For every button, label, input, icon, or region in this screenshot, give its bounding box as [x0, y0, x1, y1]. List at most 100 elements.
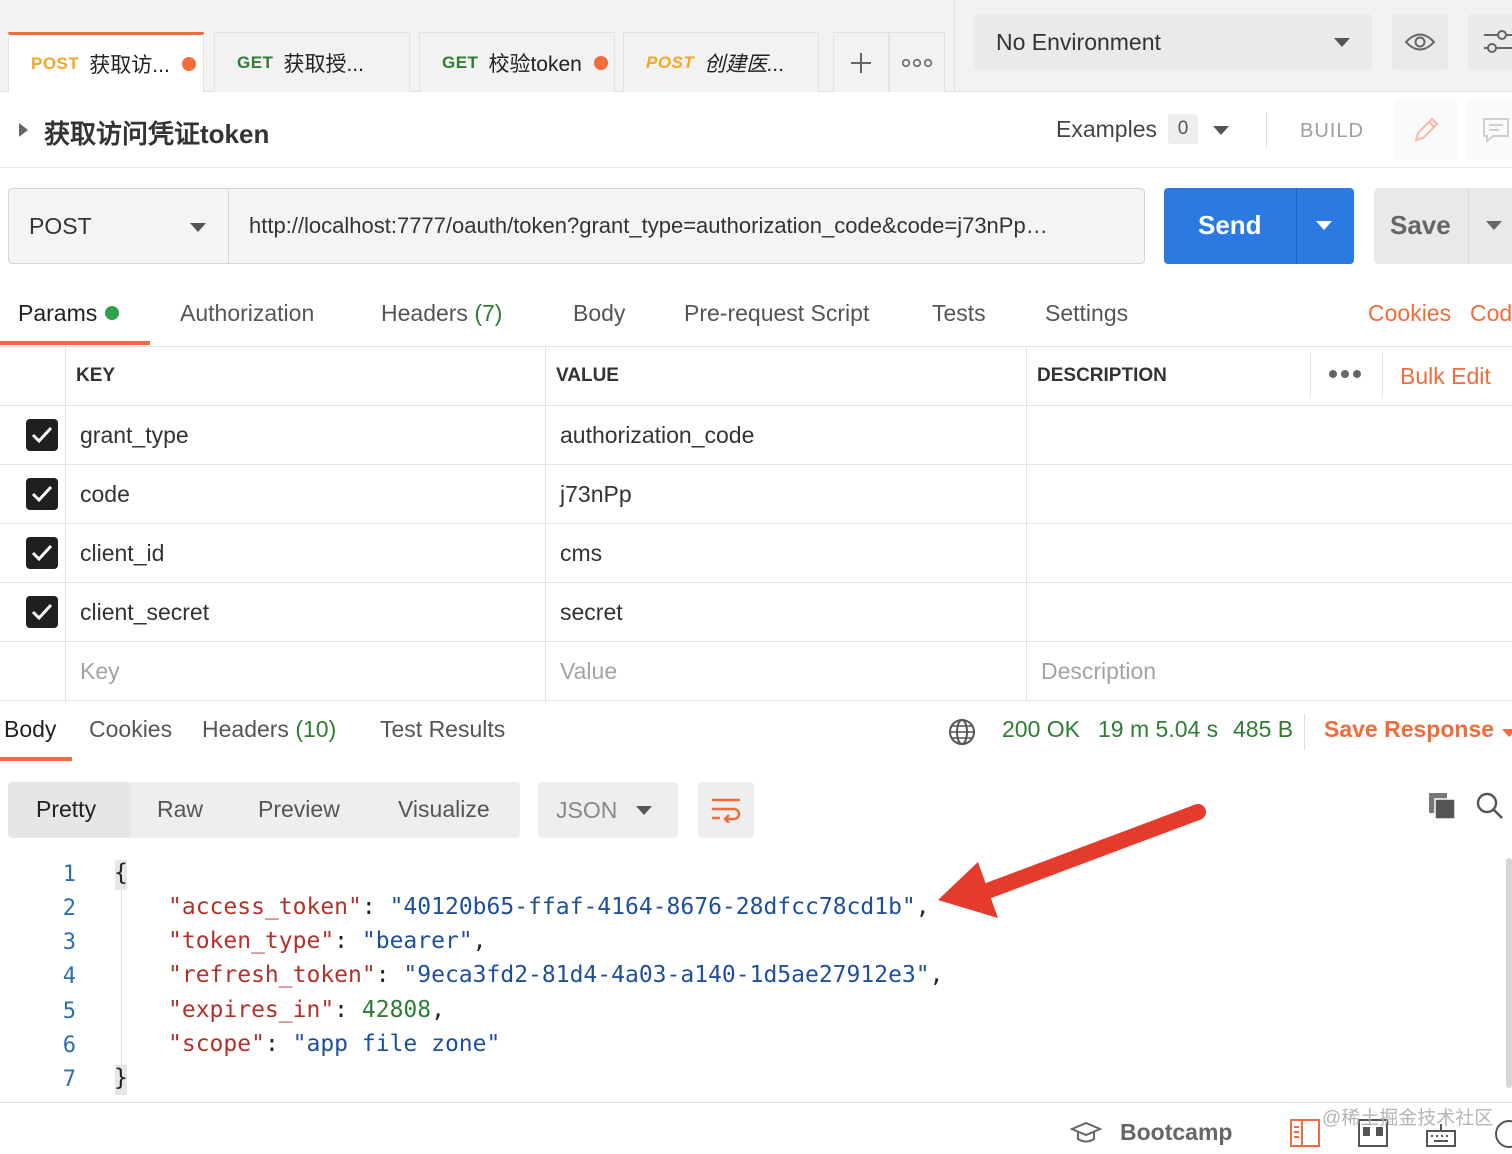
examples-label[interactable]: Examples	[1056, 116, 1157, 143]
tab-headers-label: Headers	[381, 300, 468, 326]
tab-params[interactable]: Params	[18, 300, 120, 327]
response-status[interactable]: 200 OK	[1002, 716, 1080, 743]
tab-authorization[interactable]: Authorization	[180, 300, 314, 327]
url-input[interactable]: http://localhost:7777/oauth/token?grant_…	[228, 188, 1145, 264]
view-mode-preview[interactable]: Preview	[258, 796, 340, 823]
editor-scrollbar[interactable]	[1506, 858, 1512, 1088]
tab-method-badge: GET	[237, 52, 274, 72]
tab-tests[interactable]: Tests	[932, 300, 986, 327]
caret-right-icon[interactable]	[18, 122, 30, 138]
method-label: POST	[29, 212, 92, 239]
bulk-edit-link[interactable]: Bulk Edit	[1400, 347, 1491, 405]
watermark: @稀土掘金技术社区	[1322, 1108, 1494, 1129]
code-link[interactable]: Cod	[1470, 300, 1512, 327]
response-time[interactable]: 19 m 5.04 s	[1098, 716, 1218, 743]
param-value[interactable]: cms	[560, 524, 602, 582]
view-mode-selector: Pretty Raw Preview Visualize	[8, 782, 520, 838]
response-tab-body[interactable]: Body	[4, 716, 56, 743]
tab-method-badge: POST	[646, 52, 695, 72]
edit-button[interactable]	[1394, 100, 1458, 160]
json-key: "refresh_token"	[168, 962, 376, 988]
param-value[interactable]: j73nPp	[560, 465, 632, 523]
view-mode-pretty[interactable]: Pretty	[36, 796, 96, 823]
copy-icon[interactable]	[1428, 792, 1456, 820]
json-key: "access_token"	[168, 894, 362, 920]
response-headers-count: (10)	[295, 716, 337, 742]
plus-icon	[851, 52, 871, 73]
tab-pre-request-script[interactable]: Pre-request Script	[684, 300, 869, 327]
table-row: grant_type authorization_code	[0, 406, 1512, 465]
save-label: Save	[1390, 210, 1451, 240]
row-checkbox[interactable]	[26, 419, 58, 451]
build-label[interactable]: BUILD	[1300, 120, 1364, 143]
view-mode-visualize[interactable]: Visualize	[398, 796, 490, 823]
graduation-cap-icon	[1070, 1121, 1102, 1143]
two-pane-view-icon[interactable]	[1290, 1119, 1320, 1147]
key-input[interactable]: Key	[80, 642, 120, 700]
globe-icon[interactable]	[948, 718, 976, 746]
save-response-chevron-icon[interactable]	[1502, 729, 1512, 737]
param-key[interactable]: code	[80, 465, 130, 523]
view-mode-raw[interactable]: Raw	[157, 796, 203, 823]
param-value[interactable]: authorization_code	[560, 406, 754, 464]
response-tab-cookies[interactable]: Cookies	[89, 716, 172, 743]
search-icon[interactable]	[1476, 792, 1504, 820]
response-size[interactable]: 485 B	[1233, 716, 1293, 743]
json-value: "40120b65-ffaf-4164-8676-28dfcc78cd1b"	[389, 894, 916, 920]
pencil-icon	[1414, 117, 1439, 142]
param-key[interactable]: grant_type	[80, 406, 189, 464]
row-checkbox[interactable]	[26, 537, 58, 569]
json-brace: {	[114, 860, 128, 886]
documentation-button[interactable]	[1466, 100, 1512, 160]
tab-settings[interactable]: Settings	[1045, 300, 1128, 327]
manage-environments-button[interactable]	[1468, 14, 1512, 70]
bootcamp-link[interactable]: Bootcamp	[1120, 1119, 1232, 1146]
save-options-chevron-icon[interactable]	[1486, 221, 1502, 230]
comment-icon	[1483, 118, 1509, 144]
send-options-chevron-icon[interactable]	[1316, 221, 1332, 230]
param-key[interactable]: client_id	[80, 524, 164, 582]
json-key: "token_type"	[168, 928, 335, 954]
value-input[interactable]: Value	[560, 642, 617, 700]
response-body-editor[interactable]: 1 2 3 4 5 6 7 { "access_token": "40120b6…	[0, 852, 1512, 1102]
method-select[interactable]: POST	[8, 188, 228, 264]
request-tab-1[interactable]: POST 获取访...	[8, 32, 204, 92]
response-tab-headers[interactable]: Headers (10)	[202, 716, 336, 743]
save-button[interactable]: Save	[1374, 188, 1512, 264]
response-tab-test-results[interactable]: Test Results	[380, 716, 505, 743]
send-button[interactable]: Send	[1164, 188, 1354, 264]
active-tab-indicator	[0, 341, 150, 345]
tab-body[interactable]: Body	[573, 300, 625, 327]
tab-params-label: Params	[18, 300, 98, 326]
tab-label: 创建医...	[704, 52, 785, 76]
request-name[interactable]: 获取访问凭证token	[44, 114, 269, 151]
description-column-header: DESCRIPTION	[1037, 365, 1167, 386]
environment-select[interactable]: No Environment	[974, 14, 1372, 70]
divider	[1382, 353, 1383, 397]
new-tab-button[interactable]	[833, 32, 889, 92]
url-text: http://localhost:7777/oauth/token?grant_…	[249, 213, 1048, 238]
sliders-icon	[1484, 30, 1512, 53]
tab-options-button[interactable]	[889, 32, 945, 92]
row-checkbox[interactable]	[26, 478, 58, 510]
param-key[interactable]: client_secret	[80, 583, 209, 641]
tab-headers[interactable]: Headers (7)	[381, 300, 502, 327]
format-select[interactable]: JSON	[538, 782, 678, 838]
request-tab-2[interactable]: GET 获取授...	[214, 32, 410, 92]
chevron-down-icon[interactable]	[1213, 126, 1229, 135]
description-input[interactable]: Description	[1041, 642, 1156, 700]
json-brace: }	[114, 1065, 128, 1091]
save-response-button[interactable]: Save Response	[1324, 716, 1494, 743]
more-horizontal-icon[interactable]	[1328, 369, 1362, 379]
response-headers-label: Headers	[202, 716, 289, 742]
key-column-header: KEY	[76, 365, 116, 386]
line-number: 2	[62, 896, 76, 921]
environment-quick-look-button[interactable]	[1392, 14, 1448, 70]
wrap-lines-button[interactable]	[698, 782, 754, 838]
help-icon[interactable]	[1494, 1119, 1512, 1149]
row-checkbox[interactable]	[26, 596, 58, 628]
request-tab-3[interactable]: GET 校验token	[419, 32, 615, 92]
request-tab-4[interactable]: POST 创建医...	[623, 32, 819, 92]
cookies-link[interactable]: Cookies	[1368, 300, 1451, 327]
param-value[interactable]: secret	[560, 583, 623, 641]
